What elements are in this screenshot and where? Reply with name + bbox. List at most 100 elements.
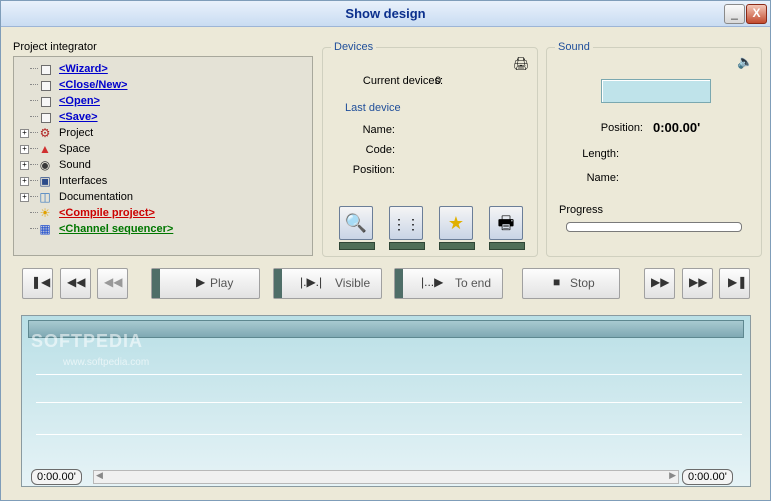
rewind-icon: ◀◀: [67, 275, 86, 289]
fast-forward-button[interactable]: ▶▶: [682, 268, 713, 299]
project-icon: ⚙: [39, 126, 51, 140]
device-favorite-button[interactable]: ★: [439, 206, 473, 240]
tree-item-label: Interfaces: [59, 175, 108, 187]
tree-connector: [30, 148, 38, 149]
device-wiring-indicator: [389, 242, 425, 250]
expand-icon[interactable]: +: [20, 193, 29, 202]
current-devices-label: Current devices:: [362, 75, 443, 87]
skip-start-icon: ❚◀: [31, 275, 51, 289]
sequencer-end-time: 0:00.00': [682, 469, 733, 485]
tree-connector: [30, 132, 38, 133]
expand-icon[interactable]: +: [20, 145, 29, 154]
current-devices-value: 0: [435, 75, 442, 87]
progress-label: Progress: [559, 204, 604, 216]
device-position-label: Position:: [352, 164, 395, 176]
last-frame-button[interactable]: ▶❚: [719, 268, 750, 299]
to-end-button[interactable]: |...▶ To end: [394, 268, 503, 299]
rewind-button[interactable]: ◀◀: [60, 268, 91, 299]
step-back-button[interactable]: ◀◀: [97, 268, 128, 299]
sequencer-track-line: [36, 374, 742, 375]
sound-position-value: 0:00.00': [653, 120, 701, 135]
checkbox-icon[interactable]: [41, 81, 51, 91]
sound-name-label: Name:: [586, 172, 619, 184]
show-design-window: Show design _ X Project integrator <Wiza…: [0, 0, 771, 501]
tree-item-label: Documentation: [59, 191, 133, 203]
speaker-icon[interactable]: 🔈: [737, 54, 753, 70]
device-print-indicator: [489, 242, 525, 250]
checkbox-icon[interactable]: [41, 97, 51, 107]
window-title: Show design: [345, 6, 426, 21]
step-back-icon: ◀◀: [104, 275, 123, 289]
tree-item-label[interactable]: <Close/New>: [59, 77, 127, 93]
expand-icon[interactable]: +: [20, 161, 29, 170]
visible-icon: |.▶.|: [300, 275, 323, 289]
play-indicator: [152, 269, 160, 298]
to-end-label: To end: [455, 276, 492, 290]
tree-item-label[interactable]: <Compile project>: [59, 205, 155, 221]
device-search-indicator: [339, 242, 375, 250]
stop-button[interactable]: ■ Stop: [522, 268, 620, 299]
tree-item-label[interactable]: <Channel sequencer>: [59, 221, 173, 237]
tree-connector: [30, 68, 38, 69]
scroll-right-icon[interactable]: ▶: [669, 470, 676, 481]
stop-icon: ■: [553, 275, 561, 289]
interfaces-icon: ▣: [39, 174, 51, 188]
title-bar: Show design _ X: [1, 1, 770, 27]
to-end-indicator: [395, 269, 403, 298]
tree-item-label[interactable]: <Wizard>: [59, 61, 108, 77]
watermark-url: www.softpedia.com: [63, 357, 150, 368]
device-search-button[interactable]: 🔍: [339, 206, 373, 240]
tree-connector: [30, 84, 38, 85]
step-forward-button[interactable]: ▶▶: [644, 268, 675, 299]
tree-connector: [30, 228, 38, 229]
wiring-icon: ⋮⋮: [392, 216, 420, 232]
tree-connector: [30, 212, 38, 213]
tree-item-label: Space: [59, 143, 91, 155]
devices-group: Devices 🖨 Current devices: 0 Last device…: [322, 41, 538, 257]
device-wiring-button[interactable]: ⋮⋮: [389, 206, 423, 240]
device-print-button[interactable]: 🖶: [489, 206, 523, 240]
play-button[interactable]: ▶ Play: [151, 268, 260, 299]
first-frame-button[interactable]: ❚◀: [22, 268, 53, 299]
scroll-left-icon[interactable]: ◀: [96, 470, 103, 481]
magnifier-icon: 🔍: [344, 213, 368, 233]
documentation-icon: ◫: [39, 190, 51, 204]
device-name-label: Name:: [362, 124, 395, 136]
sound-position-label: Position:: [600, 122, 643, 134]
sequencer-track-line: [36, 402, 742, 403]
devices-title: Devices: [331, 41, 377, 53]
tree-item-label[interactable]: <Save>: [59, 109, 98, 125]
tree-connector: [30, 180, 38, 181]
fast-forward-icon: ▶▶: [689, 275, 708, 289]
tree-connector: [30, 196, 38, 197]
sound-icon: ◉: [39, 158, 51, 172]
to-end-icon: |...▶: [421, 275, 444, 289]
tree-connector: [30, 116, 38, 117]
visible-label: Visible: [335, 276, 371, 290]
checkbox-icon[interactable]: [41, 113, 51, 123]
sound-progress-bar: [566, 222, 742, 232]
watermark-text: SOFTPEDIA: [31, 331, 144, 351]
checkbox-icon[interactable]: [41, 65, 51, 75]
minimize-button[interactable]: _: [724, 4, 745, 24]
play-icon: ▶: [196, 275, 206, 289]
sequencer-scrollbar[interactable]: ◀ ▶: [93, 470, 679, 484]
project-integrator-label: Project integrator: [13, 41, 97, 53]
step-forward-icon: ▶▶: [651, 275, 670, 289]
sound-length-label: Length:: [582, 148, 619, 160]
compile-icon: ☀: [39, 206, 51, 220]
tree-item-label: Sound: [59, 159, 91, 171]
expand-icon[interactable]: +: [20, 177, 29, 186]
sound-title: Sound: [555, 41, 593, 53]
space-icon: ▲: [39, 142, 51, 156]
star-icon: ★: [447, 213, 465, 233]
printer-icon: 🖶: [497, 213, 515, 233]
visible-button[interactable]: |.▶.| Visible: [273, 268, 382, 299]
close-button[interactable]: X: [746, 4, 767, 24]
device-code-label: Code:: [365, 144, 395, 156]
expand-icon[interactable]: +: [20, 129, 29, 138]
last-device-heading: Last device: [345, 102, 401, 114]
sequencer-track-line: [36, 434, 742, 435]
tree-item-label[interactable]: <Open>: [59, 93, 100, 109]
device-settings-icon[interactable]: 🖨: [513, 56, 530, 72]
